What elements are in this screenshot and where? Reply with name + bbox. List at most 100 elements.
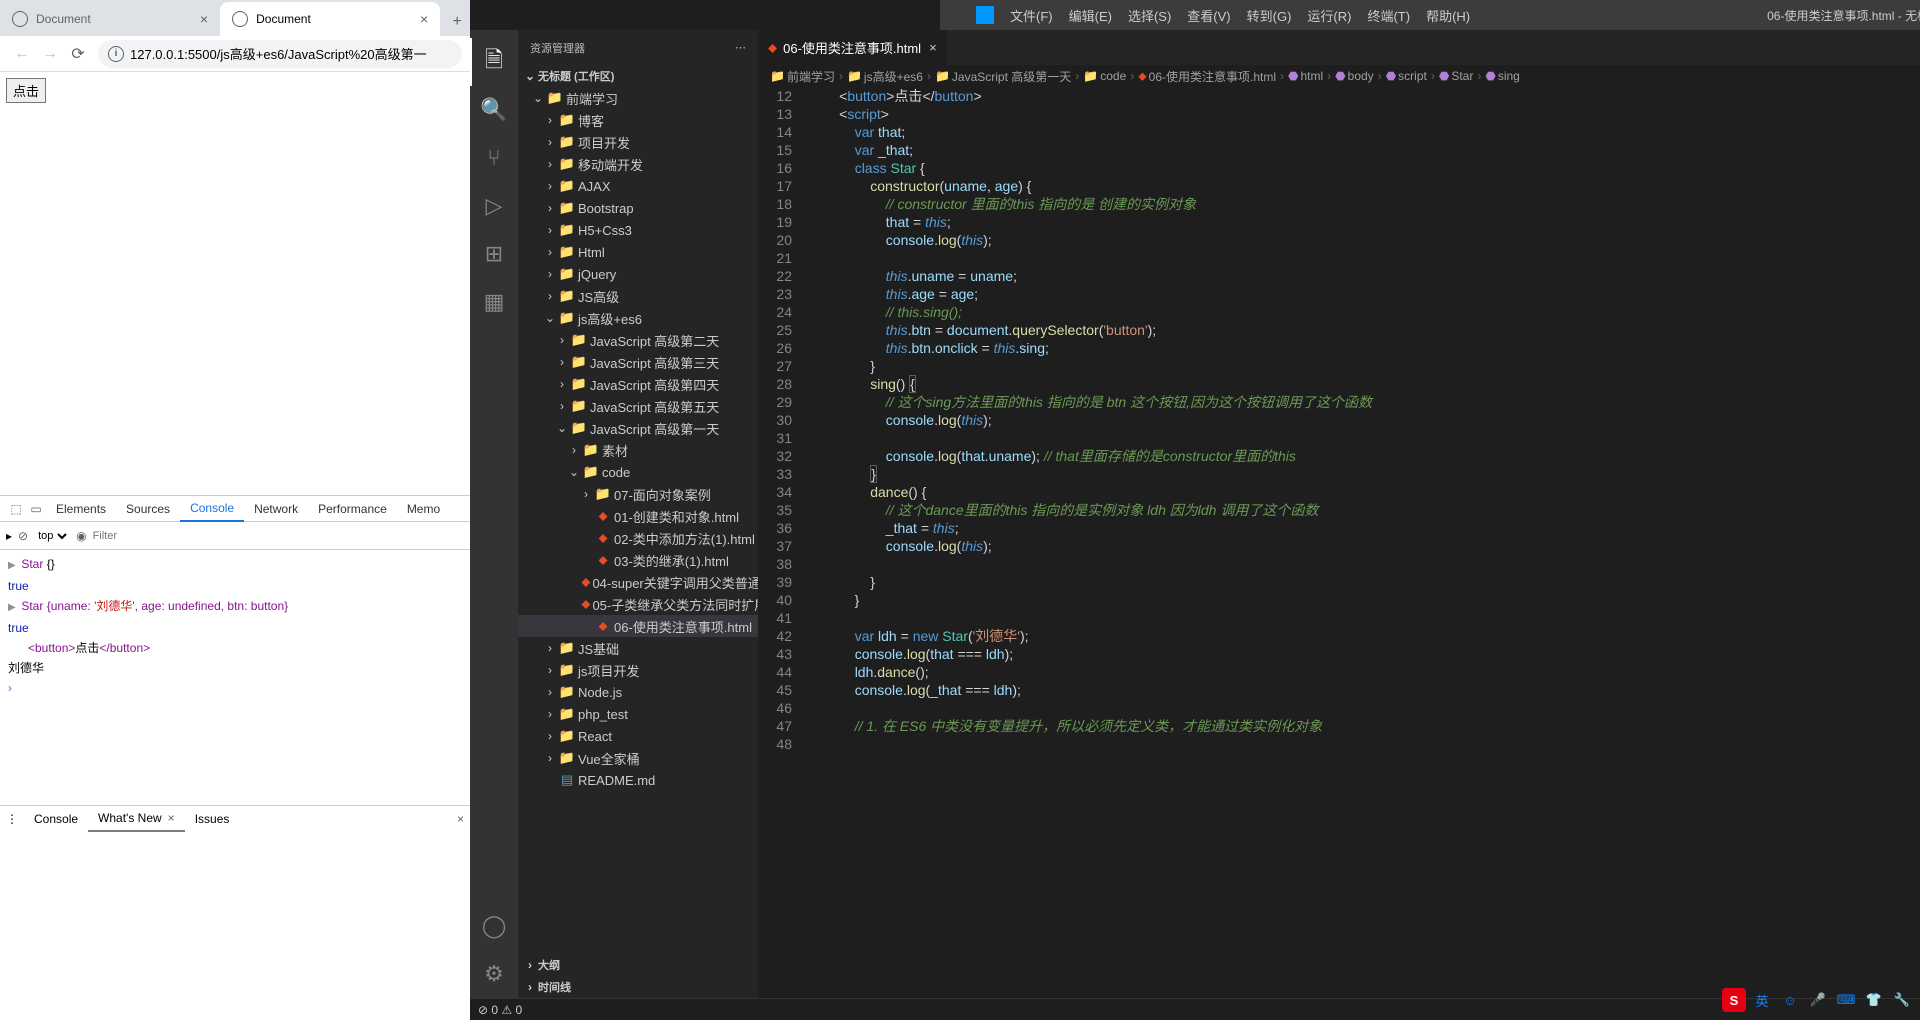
reload-button[interactable]: ⟳: [64, 40, 92, 68]
toggle-sidebar-icon[interactable]: ▸: [6, 529, 12, 543]
live-expr-icon[interactable]: ◉: [76, 529, 86, 543]
drawer-tab[interactable]: Issues: [185, 806, 240, 832]
console-prompt-icon[interactable]: ›: [8, 681, 12, 695]
devtools-tab[interactable]: Performance: [308, 496, 397, 522]
tree-item[interactable]: ⬥05-子类继承父类方法同时扩展自己...: [518, 593, 758, 615]
tree-item[interactable]: ›📁JavaScript 高级第三天: [518, 351, 758, 373]
tree-item[interactable]: ⌄📁js高级+es6: [518, 307, 758, 329]
devtools-tab-console[interactable]: Console: [180, 496, 244, 522]
tree-item[interactable]: ›📁项目开发: [518, 131, 758, 153]
tree-item[interactable]: ›📁React: [518, 725, 758, 747]
ime-keyboard-icon[interactable]: ⌨: [1834, 988, 1858, 1012]
tree-item[interactable]: ›📁移动端开发: [518, 153, 758, 175]
source-control-icon[interactable]: ⑂: [470, 134, 518, 182]
account-icon[interactable]: ◯: [470, 902, 518, 950]
tree-item[interactable]: ⬥06-使用类注意事项.html: [518, 615, 758, 637]
menu-go[interactable]: 转到(G): [1239, 6, 1300, 25]
page-click-button[interactable]: 点击: [6, 78, 46, 103]
tree-item[interactable]: ⬥01-创建类和对象.html: [518, 505, 758, 527]
tree-item[interactable]: ⬥03-类的继承(1).html: [518, 549, 758, 571]
ime-emoji-icon[interactable]: ☺: [1778, 988, 1802, 1012]
tree-item[interactable]: ›📁JS高级: [518, 285, 758, 307]
forward-button[interactable]: →: [36, 40, 64, 68]
tree-item[interactable]: ›📁Vue全家桶: [518, 747, 758, 769]
menu-icon[interactable]: ⋮: [6, 812, 18, 826]
inspect-icon[interactable]: ⬚: [6, 502, 26, 516]
devtools-tabs: ⬚ ▭ Elements Sources Console Network Per…: [0, 496, 470, 522]
code-editor[interactable]: 1213141516171819202122232425262728293031…: [758, 87, 1920, 998]
devtools-tab[interactable]: Elements: [46, 496, 116, 522]
devtools-tab[interactable]: Network: [244, 496, 308, 522]
tree-item[interactable]: ›📁php_test: [518, 703, 758, 725]
clear-icon[interactable]: ⊘: [18, 529, 28, 543]
tree-item[interactable]: ›📁js项目开发: [518, 659, 758, 681]
close-drawer-icon[interactable]: ×: [457, 812, 464, 826]
extra-icon[interactable]: ▦: [470, 278, 518, 326]
tree-item[interactable]: ›📁JavaScript 高级第五天: [518, 395, 758, 417]
breadcrumb[interactable]: 📁前端学习› 📁js高级+es6› 📁JavaScript 高级第一天› 📁co…: [758, 65, 1920, 87]
tree-item[interactable]: ⬥04-super关键字调用父类普通函数(...: [518, 571, 758, 593]
close-icon[interactable]: ×: [168, 811, 175, 825]
tree-item[interactable]: ›📁Bootstrap: [518, 197, 758, 219]
tree-item[interactable]: ›📁JavaScript 高级第四天: [518, 373, 758, 395]
ime-voice-icon[interactable]: 🎤: [1806, 988, 1830, 1012]
extensions-icon[interactable]: ⊞: [470, 230, 518, 278]
menu-file[interactable]: 文件(F): [1002, 6, 1061, 25]
gear-icon[interactable]: ⚙: [470, 950, 518, 998]
sogou-icon[interactable]: S: [1722, 988, 1746, 1012]
menu-help[interactable]: 帮助(H): [1418, 6, 1478, 25]
tree-item[interactable]: ⌄📁前端学习: [518, 87, 758, 109]
menu-selection[interactable]: 选择(S): [1120, 6, 1179, 25]
status-problems[interactable]: ⊘ 0 ⚠ 0: [478, 1003, 522, 1017]
tree-item[interactable]: ⌄📁JavaScript 高级第一天: [518, 417, 758, 439]
tree-item[interactable]: ⌄📁code: [518, 461, 758, 483]
menu-edit[interactable]: 编辑(E): [1061, 6, 1120, 25]
tree-item[interactable]: ⬥02-类中添加方法(1).html: [518, 527, 758, 549]
new-tab-button[interactable]: +: [444, 8, 470, 36]
browser-tab[interactable]: Document ×: [0, 2, 220, 36]
explorer-icon[interactable]: 🗎: [470, 38, 518, 86]
devtools-tab[interactable]: Memo: [397, 496, 450, 522]
console-line[interactable]: Star: [21, 557, 43, 571]
debug-icon[interactable]: ▷: [470, 182, 518, 230]
tree-item[interactable]: ›📁Node.js: [518, 681, 758, 703]
more-icon[interactable]: ⋯: [735, 41, 746, 54]
menu-view[interactable]: 查看(V): [1179, 6, 1238, 25]
outline-header[interactable]: ›大纲: [518, 954, 758, 976]
globe-icon: [232, 11, 248, 27]
ime-skin-icon[interactable]: 👕: [1862, 988, 1886, 1012]
drawer-tab-active[interactable]: What's New×: [88, 806, 185, 832]
back-button[interactable]: ←: [8, 40, 36, 68]
search-icon[interactable]: 🔍: [470, 86, 518, 134]
close-icon[interactable]: ×: [200, 11, 208, 27]
context-select[interactable]: top: [34, 529, 70, 543]
ime-lang[interactable]: 英: [1750, 988, 1774, 1012]
tree-item[interactable]: ›📁Html: [518, 241, 758, 263]
drawer-tab[interactable]: Console: [24, 806, 88, 832]
tree-item[interactable]: ›📁H5+Css3: [518, 219, 758, 241]
close-icon[interactable]: ×: [420, 11, 428, 27]
tree-item[interactable]: ▤README.md: [518, 769, 758, 791]
devtools-tab[interactable]: Sources: [116, 496, 180, 522]
menu-terminal[interactable]: 终端(T): [1359, 6, 1418, 25]
console-line[interactable]: Star: [21, 599, 43, 613]
timeline-header[interactable]: ›时间线: [518, 976, 758, 998]
filter-input[interactable]: [93, 530, 464, 542]
tree-item[interactable]: ›📁jQuery: [518, 263, 758, 285]
tree-item[interactable]: ›📁素材: [518, 439, 758, 461]
info-icon[interactable]: i: [108, 46, 124, 62]
tree-item[interactable]: ›📁博客: [518, 109, 758, 131]
tree-item[interactable]: ›📁JS基础: [518, 637, 758, 659]
workspace-header[interactable]: ⌄无标题 (工作区): [518, 65, 758, 87]
menu-run[interactable]: 运行(R): [1299, 6, 1359, 25]
editor-tab-active[interactable]: ⬥ 06-使用类注意事项.html ×: [758, 30, 947, 65]
address-input[interactable]: i 127.0.0.1:5500/js高级+es6/JavaScript%20高…: [98, 40, 462, 68]
ime-tool-icon[interactable]: 🔧: [1890, 988, 1914, 1012]
tree-item[interactable]: ›📁JavaScript 高级第二天: [518, 329, 758, 351]
code-text[interactable]: <button>点击</button> <script> var that; v…: [808, 87, 1920, 998]
tree-item[interactable]: ›📁AJAX: [518, 175, 758, 197]
device-icon[interactable]: ▭: [26, 502, 46, 516]
tree-item[interactable]: ›📁07-面向对象案例: [518, 483, 758, 505]
browser-tab-active[interactable]: Document ×: [220, 2, 440, 36]
close-tab-icon[interactable]: ×: [929, 40, 937, 55]
